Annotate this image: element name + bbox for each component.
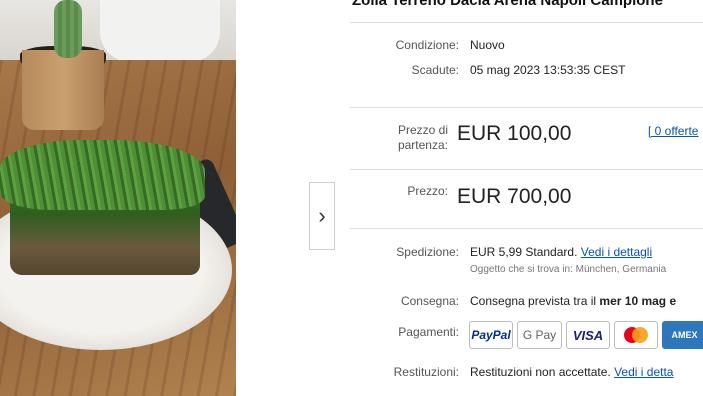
- google-pay-icon: G Pay: [517, 321, 562, 349]
- visa-icon: VISA: [566, 321, 610, 349]
- price-value: EUR 700,00: [457, 185, 572, 208]
- price-label: Prezzo:: [407, 184, 448, 198]
- divider: [350, 169, 703, 170]
- delivery-text: Consegna prevista tra il: [470, 294, 597, 308]
- photo-chair: [100, 0, 220, 62]
- start-price-label-line1: Prezzo di: [397, 123, 448, 137]
- divider: [350, 107, 703, 108]
- delivery-date: mer 10 mag e: [599, 294, 677, 308]
- condition-value: Nuovo: [470, 38, 505, 52]
- chevron-right-icon: ›: [318, 203, 326, 228]
- photo-pot: [22, 50, 104, 130]
- delivery-value: Consegna prevista tra il mer 10 mag e: [470, 294, 676, 308]
- start-price-label-line2: partenza:: [397, 138, 448, 152]
- returns-label: Restituzioni:: [393, 365, 459, 379]
- start-price-value: EUR 100,00: [457, 122, 572, 145]
- offers-link[interactable]: [ 0 offerte: [648, 124, 698, 138]
- shipping-details-link[interactable]: Vedi i dettagli: [581, 245, 652, 259]
- shipping-value: EUR 5,99 Standard. Vedi i dettagli: [470, 245, 652, 259]
- condition-label: Condizione:: [395, 38, 459, 52]
- divider: [350, 22, 703, 23]
- product-image[interactable]: [0, 0, 236, 396]
- returns-text: Restituzioni non accettate.: [470, 365, 611, 379]
- amex-icon: AMEX: [662, 321, 703, 349]
- gallery-next-button[interactable]: ›: [309, 182, 335, 250]
- photo-grass: [0, 140, 205, 210]
- expired-value: 05 mag 2023 13:53:35 CEST: [470, 63, 626, 77]
- photo-cactus: [54, 0, 82, 58]
- returns-value: Restituzioni non accettate. Vedi i detta: [470, 365, 673, 379]
- mastercard-logo: [624, 327, 648, 343]
- shipping-cost: EUR 5,99 Standard.: [470, 245, 578, 259]
- expired-label: Scadute:: [411, 63, 459, 77]
- mastercard-icon: [614, 321, 658, 349]
- amex-label: AMEX: [671, 330, 698, 340]
- shipping-label: Spedizione:: [396, 245, 459, 259]
- divider: [350, 228, 703, 229]
- delivery-label: Consegna:: [400, 294, 459, 308]
- paypal-icon: PayPal: [469, 321, 513, 349]
- start-price-label: Prezzo di partenza:: [350, 123, 448, 153]
- item-location: Oggetto che si trova in: München, German…: [470, 264, 667, 275]
- payments-label: Pagamenti:: [398, 325, 459, 339]
- offers-link-text[interactable]: [ 0 offerte: [648, 124, 698, 138]
- listing-title: Zolla Terreno Dacia Arena Napoli Campion…: [352, 0, 663, 9]
- returns-details-link[interactable]: Vedi i detta: [614, 365, 673, 379]
